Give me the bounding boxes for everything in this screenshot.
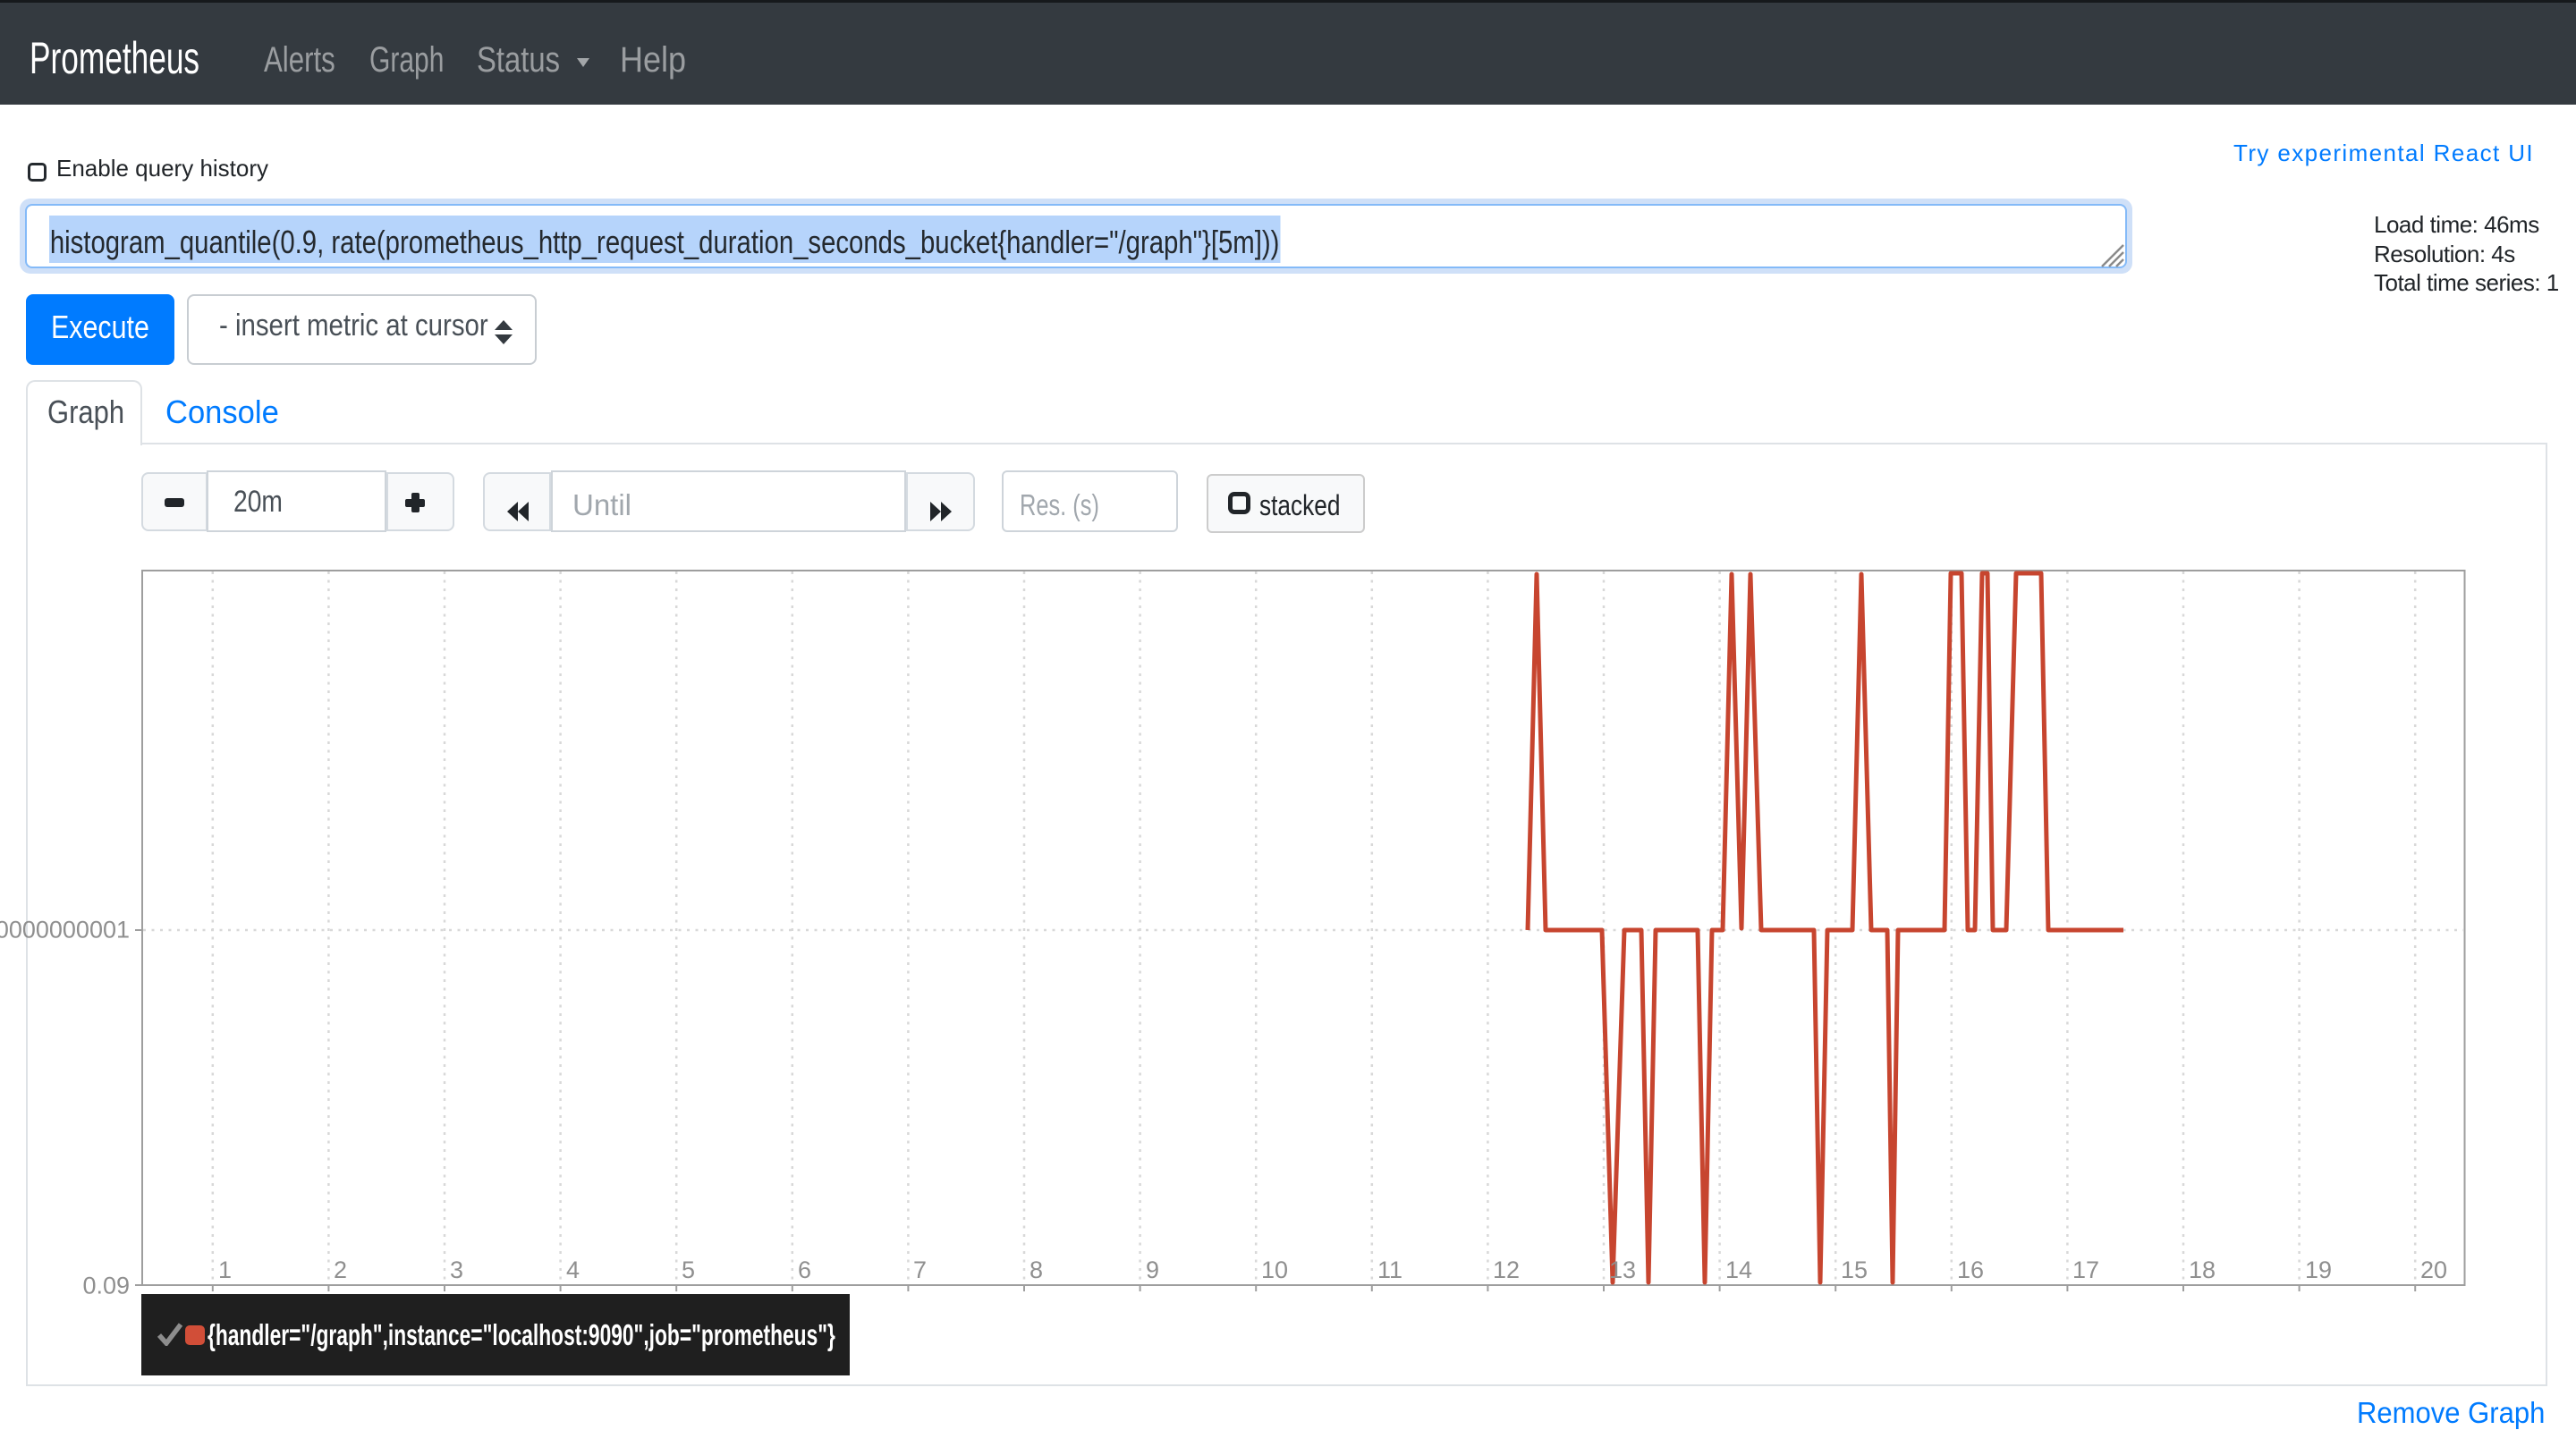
svg-text:12: 12 (1493, 1257, 1520, 1283)
svg-text:18: 18 (2189, 1257, 2216, 1283)
svg-text:6: 6 (798, 1257, 811, 1283)
svg-text:0.09000000000001: 0.09000000000001 (0, 917, 130, 943)
svg-text:20: 20 (2420, 1257, 2447, 1283)
svg-text:10: 10 (1261, 1257, 1288, 1283)
svg-text:2: 2 (334, 1257, 347, 1283)
svg-text:16: 16 (1957, 1257, 1984, 1283)
svg-text:14: 14 (1725, 1257, 1752, 1283)
svg-text:15: 15 (1841, 1257, 1868, 1283)
svg-text:0.09: 0.09 (82, 1273, 130, 1299)
svg-text:8: 8 (1030, 1257, 1043, 1283)
svg-text:19: 19 (2305, 1257, 2332, 1283)
svg-text:7: 7 (913, 1257, 927, 1283)
svg-text:1: 1 (218, 1257, 232, 1283)
svg-text:3: 3 (450, 1257, 463, 1283)
svg-text:4: 4 (566, 1257, 580, 1283)
svg-text:5: 5 (682, 1257, 695, 1283)
svg-text:11: 11 (1377, 1257, 1402, 1283)
svg-text:9: 9 (1146, 1257, 1159, 1283)
svg-text:17: 17 (2072, 1257, 2099, 1283)
svg-text:13: 13 (1609, 1257, 1636, 1283)
